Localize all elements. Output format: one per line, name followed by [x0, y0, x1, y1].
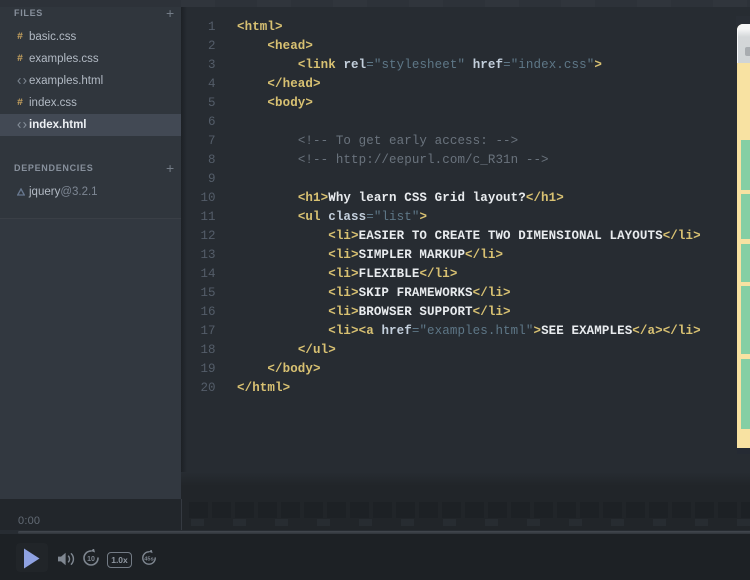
- svg-text:10: 10: [87, 556, 95, 563]
- svg-text:45s: 45s: [144, 557, 153, 563]
